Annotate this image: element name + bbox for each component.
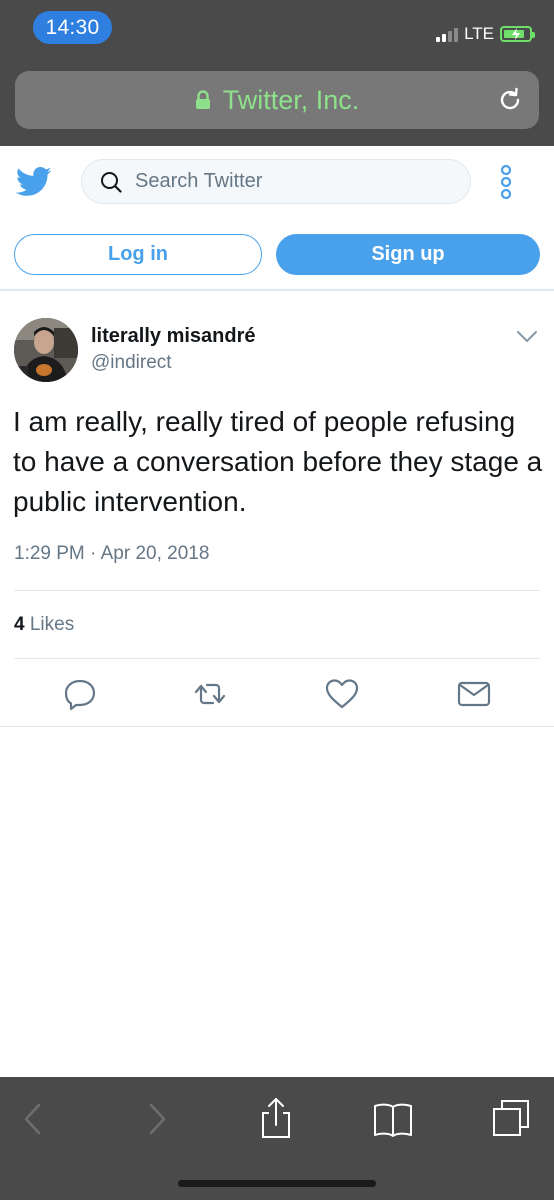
tweet-author-handle[interactable]: @indirect: [91, 352, 172, 374]
address-bar[interactable]: Twitter, Inc.: [15, 71, 539, 129]
reply-icon[interactable]: [62, 676, 98, 712]
page-title: Twitter, Inc.: [222, 84, 360, 115]
chevron-down-icon[interactable]: [514, 327, 540, 347]
signal-icon: [436, 26, 459, 42]
network-type: LTE: [464, 24, 494, 43]
avatar[interactable]: [14, 318, 78, 382]
battery-icon: [500, 26, 535, 42]
like-heart-icon[interactable]: [324, 676, 360, 712]
divider: [14, 590, 540, 591]
avatar-photo: [14, 318, 78, 382]
search-placeholder: Search Twitter: [135, 170, 263, 192]
twitter-bird-icon[interactable]: [16, 166, 52, 198]
back-icon[interactable]: [12, 1097, 56, 1141]
direct-message-icon[interactable]: [456, 676, 492, 712]
home-indicator[interactable]: [178, 1180, 376, 1187]
more-options-icon[interactable]: [496, 164, 516, 200]
twitter-header: Search Twitter Log in Sign up: [0, 146, 554, 291]
likes-label: Likes: [29, 614, 75, 635]
lock-icon: [195, 90, 210, 109]
share-icon[interactable]: [254, 1097, 298, 1141]
bookmarks-icon[interactable]: [371, 1097, 415, 1141]
login-button[interactable]: Log in: [14, 234, 262, 275]
likes-number: 4: [14, 614, 25, 635]
tweet-author-name[interactable]: literally misandré: [91, 325, 256, 348]
search-input[interactable]: Search Twitter: [81, 159, 471, 204]
tabs-icon[interactable]: [490, 1097, 534, 1141]
reload-icon[interactable]: [497, 87, 523, 113]
status-indicators: LTE: [436, 22, 535, 46]
divider: [0, 726, 554, 727]
divider: [14, 658, 540, 659]
tweet-text: I am really, really tired of people refu…: [13, 406, 543, 517]
retweet-icon[interactable]: [192, 676, 228, 712]
status-time: 14:30: [33, 11, 112, 44]
signup-button[interactable]: Sign up: [276, 234, 540, 275]
likes-count[interactable]: 4 Likes: [14, 614, 74, 636]
tweet-actions: [0, 672, 554, 716]
browser-top-chrome: 14:30 LTE Twitter, Inc.: [0, 0, 554, 146]
search-icon: [101, 171, 122, 193]
forward-icon[interactable]: [134, 1097, 178, 1141]
tweet-timestamp[interactable]: 1:29 PM · Apr 20, 2018: [14, 543, 209, 565]
